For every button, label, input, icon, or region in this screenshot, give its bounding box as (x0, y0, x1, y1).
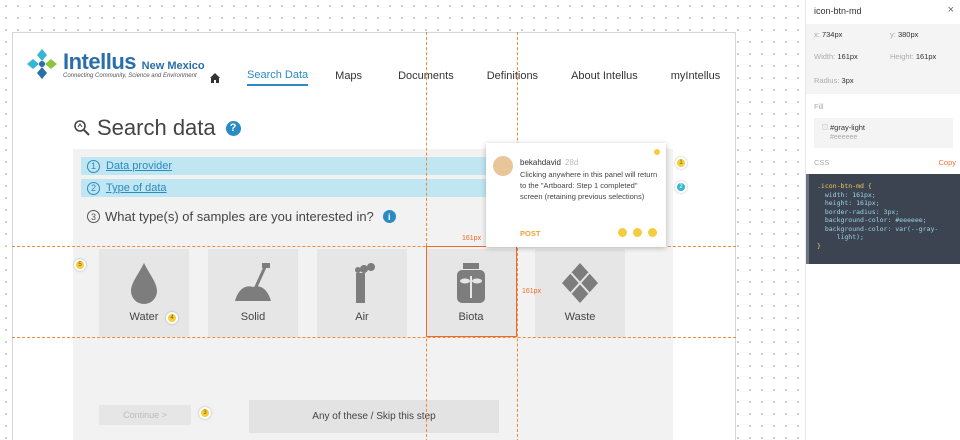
fill-name: #gray-light (830, 123, 866, 132)
fill-heading: Fill (814, 102, 824, 111)
tile-water[interactable]: Water (99, 249, 189, 337)
step-number: 2 (87, 181, 100, 195)
width-dimension-label: 161px (462, 235, 482, 242)
dimensions-section: x: 734px y: 380px Width: 161px Height: 1… (806, 24, 960, 94)
search-title-row: Search data ? (73, 115, 241, 141)
continue-button[interactable]: Continue > (99, 405, 191, 425)
comment-pin[interactable]: 5 (74, 259, 86, 271)
css-line: border-radius: 3px; (817, 207, 900, 216)
post-button[interactable]: POST (520, 229, 540, 238)
height-dimension-label: 161px (522, 288, 542, 295)
step-number: 1 (87, 159, 100, 173)
waste-diamond-icon (562, 263, 598, 303)
tile-solid[interactable]: Solid (208, 249, 298, 337)
css-line: width: 161px; (817, 190, 876, 199)
logo-name: Intellus New Mexico (63, 49, 205, 74)
selected-element-outline (426, 246, 517, 337)
step-question: 3 What type(s) of samples are you intere… (87, 209, 396, 224)
css-line: .icon-btn-md { (817, 182, 872, 190)
css-line: height: 161px; (817, 199, 880, 207)
main-nav: Search Data Maps Documents Definitions A… (209, 69, 720, 86)
thinking-face-icon[interactable] (633, 228, 642, 237)
copy-button[interactable]: Copy (938, 158, 956, 167)
css-line: background-color: var(--gray- (817, 224, 939, 233)
nav-myintellus[interactable]: myIntellus (671, 70, 721, 85)
comment-pin[interactable]: 2 (675, 181, 687, 193)
x-value: x: 734px (814, 30, 843, 39)
step-number: 3 (87, 210, 100, 223)
reaction-bar (618, 228, 657, 237)
width-value: Width: 161px (814, 52, 858, 61)
tile-label: Air (355, 311, 369, 323)
y-value: y: 380px (890, 30, 919, 39)
fill-hex: #eeeeee (830, 134, 858, 141)
css-heading: CSS (814, 158, 830, 167)
page-title: Search data (97, 115, 216, 140)
skip-step-button[interactable]: Any of these / Skip this step (249, 400, 499, 433)
air-vent-icon (355, 263, 375, 303)
step-link[interactable]: Type of data (106, 182, 167, 194)
thumbs-up-icon[interactable] (618, 228, 627, 237)
question-text: What type(s) of samples are you interest… (105, 209, 374, 224)
comment-pin[interactable]: 3 (199, 407, 211, 419)
logo-tagline: Connecting Community, Science and Enviro… (63, 73, 197, 79)
tile-waste[interactable]: Waste (535, 249, 625, 337)
unread-indicator (654, 149, 660, 155)
info-icon[interactable]: i (382, 210, 396, 223)
css-line: } (817, 241, 821, 250)
avatar (493, 156, 513, 176)
inspector-title: icon-btn-md (814, 6, 862, 16)
comment-age: 28d (564, 158, 579, 167)
guide-horizontal-bottom (12, 337, 736, 338)
height-value: Height: 161px (890, 52, 937, 61)
fill-swatch-row[interactable]: #gray-light #eeeeee (814, 118, 953, 148)
guide-vertical-left (426, 32, 427, 440)
water-drop-icon (131, 263, 157, 304)
css-line: background-color: #eeeeee; (817, 216, 927, 224)
comment-popup[interactable]: bekahdavid 28d Clicking anywhere in this … (486, 143, 666, 247)
sad-face-icon[interactable] (648, 228, 657, 237)
color-swatch (822, 124, 828, 130)
inspector-panel: icon-btn-md × x: 734px y: 380px Width: 1… (805, 0, 960, 440)
close-icon[interactable]: × (948, 4, 954, 16)
css-code-block[interactable]: .icon-btn-md { width: 161px; height: 161… (806, 174, 960, 264)
tile-air[interactable]: Air (317, 249, 407, 337)
nav-about-intellus[interactable]: About Intellus (571, 70, 638, 85)
home-icon[interactable] (209, 72, 221, 84)
comment-author: bekahdavid 28d (520, 158, 579, 167)
step-link[interactable]: Data provider (106, 160, 172, 172)
comment-pin[interactable]: 4 (166, 312, 178, 324)
comment-pin[interactable]: 1 (675, 157, 687, 169)
help-icon[interactable]: ? (225, 120, 241, 136)
radius-value: Radius: 3px (814, 76, 854, 85)
nav-maps[interactable]: Maps (335, 70, 362, 85)
search-data-icon (74, 120, 90, 136)
tile-label: Solid (240, 311, 266, 323)
logo-mark-icon (27, 49, 57, 79)
shovel-soil-icon (235, 263, 271, 301)
nav-search-data[interactable]: Search Data (247, 69, 309, 86)
tile-label: Waste (564, 311, 596, 323)
nav-definitions[interactable]: Definitions (487, 70, 538, 85)
comment-body: Clicking anywhere in this panel will ret… (520, 170, 658, 201)
css-line: light); (817, 233, 864, 241)
intellus-logo[interactable]: Intellus New Mexico Connecting Community… (25, 47, 205, 81)
